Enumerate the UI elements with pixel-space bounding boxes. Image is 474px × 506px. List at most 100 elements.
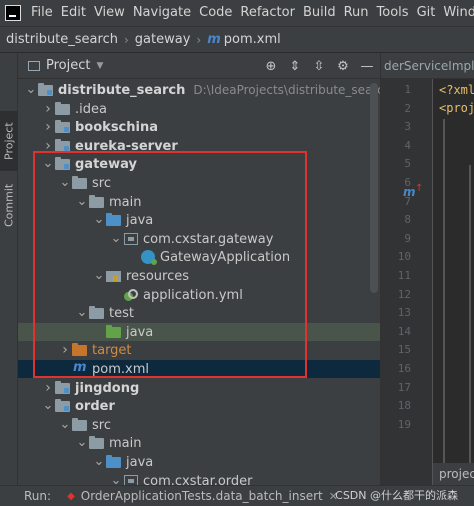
- pom-icon: m: [73, 360, 87, 375]
- chevron-down-icon[interactable]: ⌄: [92, 455, 106, 468]
- tree-row[interactable]: ⌄ java: [18, 211, 380, 229]
- code-line-1[interactable]: <?xml: [439, 81, 474, 99]
- breadcrumb-file[interactable]: pom.xml: [224, 32, 281, 47]
- line-number[interactable]: 4: [381, 137, 411, 155]
- tree-row[interactable]: ⌄ gateway: [18, 155, 380, 173]
- tree-row[interactable]: ⌄ java: [18, 453, 380, 471]
- tree-row[interactable]: ⌄ com.cxstar.gateway: [18, 230, 380, 248]
- chevron-down-icon[interactable]: ⌄: [75, 195, 89, 208]
- line-number[interactable]: 6: [381, 174, 411, 192]
- menu-file[interactable]: File: [27, 0, 57, 26]
- chevron-down-icon[interactable]: ⌄: [58, 418, 72, 431]
- tree-row[interactable]: m pom.xml: [18, 360, 380, 378]
- tree-row[interactable]: ⌄ main: [18, 193, 380, 211]
- intellij-logo-icon[interactable]: [5, 5, 21, 21]
- editor-tab[interactable]: derServiceImpl.java: [381, 53, 474, 79]
- collapse-all-icon[interactable]: ⇳: [312, 59, 326, 74]
- line-number[interactable]: 9: [381, 230, 411, 248]
- folder-module-icon: [55, 139, 71, 153]
- chevron-down-icon[interactable]: ⌄: [24, 83, 38, 96]
- menu-run[interactable]: Run: [340, 0, 373, 26]
- line-number[interactable]: 1: [381, 81, 411, 99]
- menu-code[interactable]: Code: [195, 0, 236, 26]
- tree-row[interactable]: › bookschina: [18, 118, 380, 136]
- line-number[interactable]: 14: [381, 323, 411, 341]
- gear-icon[interactable]: ⚙: [336, 59, 350, 74]
- chevron-right-icon[interactable]: ›: [41, 119, 55, 135]
- chevron-down-icon[interactable]: ⌄: [58, 176, 72, 189]
- tree-row[interactable]: › eureka-server: [18, 137, 380, 155]
- line-number[interactable]: 2: [381, 100, 411, 118]
- menu-build[interactable]: Build: [299, 0, 340, 26]
- tree-row[interactable]: ⌄ src: [18, 174, 380, 192]
- tree-row[interactable]: GatewayApplication: [18, 248, 380, 266]
- chevron-right-icon[interactable]: ›: [58, 342, 72, 358]
- chevron-down-icon[interactable]: ⌄: [75, 436, 89, 449]
- code-line-2[interactable]: <proj: [439, 99, 474, 117]
- chevron-down-icon[interactable]: ⌄: [41, 399, 55, 412]
- line-number[interactable]: 17: [381, 379, 411, 397]
- menu-window[interactable]: Window: [439, 0, 474, 26]
- project-panel-title[interactable]: Project: [46, 58, 90, 73]
- folder-module-icon: [55, 120, 71, 134]
- tree-row[interactable]: › jingdong: [18, 379, 380, 397]
- tree-row[interactable]: ⌄ src: [18, 416, 380, 434]
- tree-row[interactable]: application.yml: [18, 286, 380, 304]
- tree-row[interactable]: › .idea: [18, 100, 380, 118]
- tree-item-label: eureka-server: [75, 138, 178, 154]
- line-number[interactable]: 3: [381, 118, 411, 136]
- menu-refactor[interactable]: Refactor: [236, 0, 299, 26]
- line-number[interactable]: 5: [381, 155, 411, 173]
- expand-all-icon[interactable]: ⇕: [288, 59, 302, 74]
- tree-row[interactable]: java: [18, 323, 380, 341]
- breadcrumb-module[interactable]: gateway: [135, 32, 191, 47]
- menu-tools[interactable]: Tools: [373, 0, 413, 26]
- editor-breadcrumb-tab[interactable]: project: [433, 463, 474, 485]
- chevron-right-icon[interactable]: ›: [41, 138, 55, 154]
- locate-icon[interactable]: ⊕: [264, 59, 278, 74]
- tree-row[interactable]: ⌄ com.cxstar.order: [18, 472, 380, 485]
- menu-view[interactable]: View: [90, 0, 129, 26]
- chevron-down-icon[interactable]: ⌄: [109, 474, 123, 485]
- tool-window-stripe: Project Commit: [0, 53, 18, 485]
- tree-row[interactable]: ⌄ main: [18, 434, 380, 452]
- chevron-down-icon[interactable]: ⌄: [92, 213, 106, 226]
- minimize-icon[interactable]: —: [360, 59, 374, 74]
- line-number[interactable]: 11: [381, 267, 411, 285]
- line-number[interactable]: 19: [381, 416, 411, 434]
- chevron-down-icon[interactable]: ▼: [96, 61, 103, 71]
- line-number[interactable]: 8: [381, 211, 411, 229]
- tree-row[interactable]: › target: [18, 341, 380, 359]
- line-number[interactable]: 13: [381, 304, 411, 322]
- menu-git[interactable]: Git: [413, 0, 440, 26]
- side-tab-project[interactable]: Project: [0, 111, 18, 171]
- line-number[interactable]: 16: [381, 360, 411, 378]
- tree-item-label: pom.xml: [92, 361, 149, 377]
- tree-row[interactable]: ⌄ order: [18, 397, 380, 415]
- line-number[interactable]: 12: [381, 286, 411, 304]
- chevron-right-icon[interactable]: ›: [41, 380, 55, 396]
- folder-icon: [89, 436, 105, 450]
- menu-navigate[interactable]: Navigate: [129, 0, 195, 26]
- tree-item-label: java: [126, 212, 154, 228]
- line-number[interactable]: 7: [381, 193, 411, 211]
- tree-row[interactable]: ⌄ resources: [18, 267, 380, 285]
- breadcrumb-project[interactable]: distribute_search: [6, 32, 118, 47]
- line-number[interactable]: 15: [381, 341, 411, 359]
- chevron-right-icon[interactable]: ›: [41, 101, 55, 117]
- arrow-up-icon[interactable]: ↑: [415, 183, 423, 194]
- chevron-down-icon[interactable]: ⌄: [75, 306, 89, 319]
- line-number[interactable]: 10: [381, 248, 411, 266]
- run-config-tab[interactable]: OrderApplicationTests.data_batch_insert: [81, 489, 323, 503]
- tree-item-label: jingdong: [75, 380, 140, 396]
- chevron-down-icon[interactable]: ⌄: [109, 232, 123, 245]
- folder-module-icon: [55, 157, 71, 171]
- tree-scrollbar[interactable]: [370, 83, 378, 293]
- side-tab-commit[interactable]: Commit: [0, 181, 18, 229]
- tree-row[interactable]: ⌄ test: [18, 304, 380, 322]
- line-number[interactable]: 18: [381, 397, 411, 415]
- chevron-down-icon[interactable]: ⌄: [92, 269, 106, 282]
- chevron-down-icon[interactable]: ⌄: [41, 157, 55, 170]
- tree-row[interactable]: ⌄ distribute_search D:\IdeaProjects\distri…: [18, 81, 380, 99]
- menu-edit[interactable]: Edit: [57, 0, 90, 26]
